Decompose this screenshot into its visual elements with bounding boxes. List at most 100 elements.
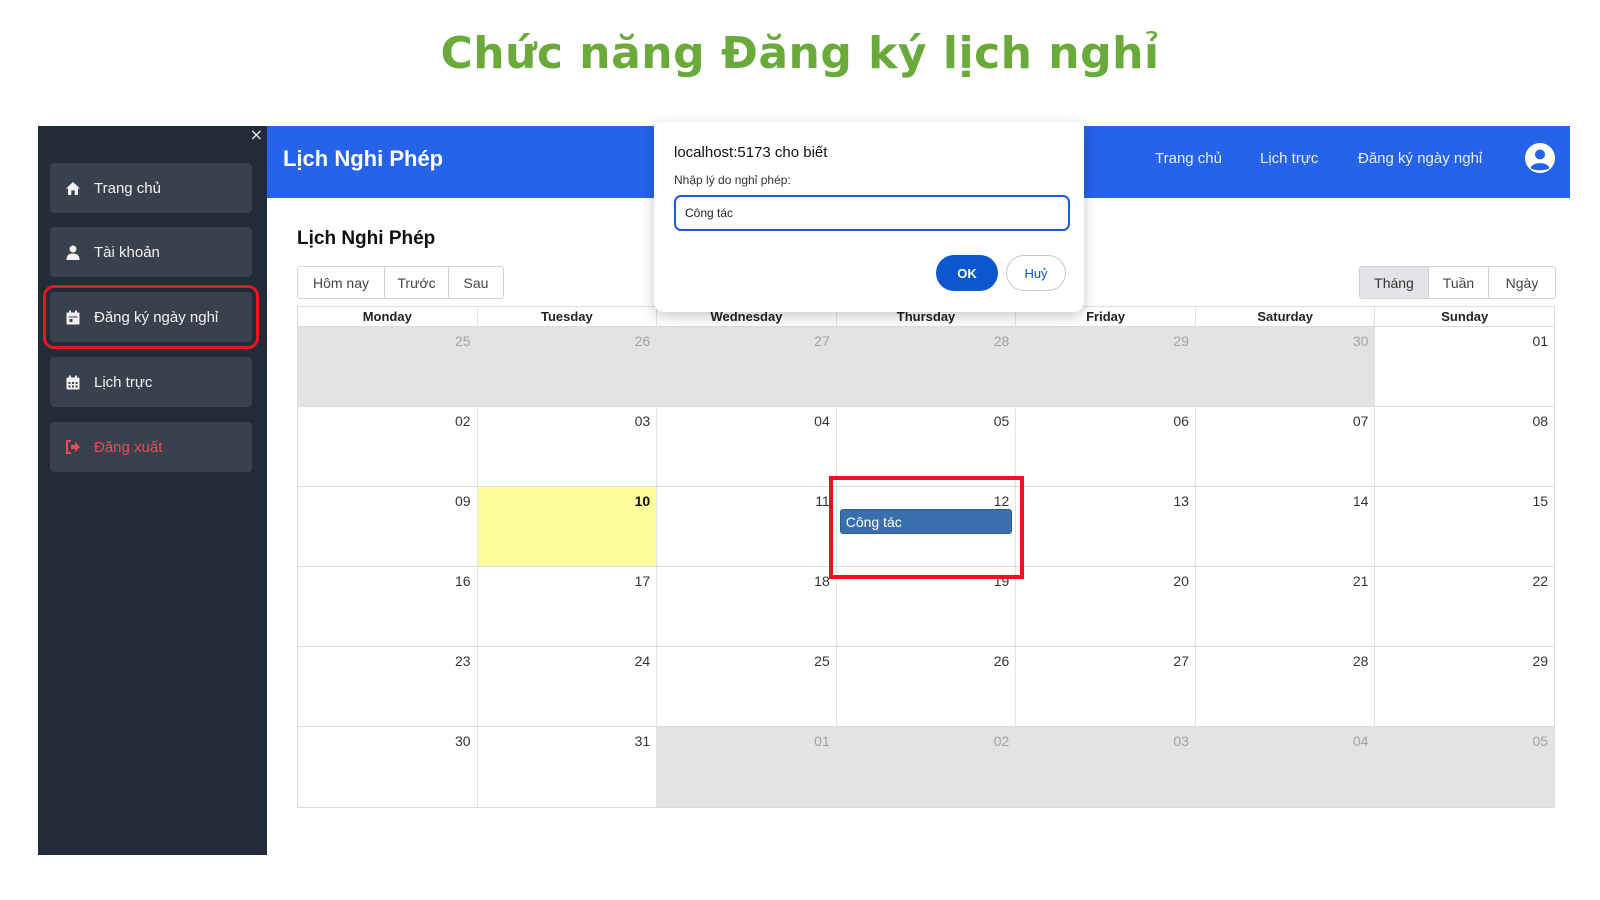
day-cell[interactable]: 14 xyxy=(1195,487,1376,566)
day-number: 28 xyxy=(1352,653,1369,669)
day-cell[interactable]: 21 xyxy=(1195,567,1376,646)
day-cell[interactable]: 20 xyxy=(1016,567,1196,646)
calendar-nav-group: Hôm nay Trước Sau xyxy=(297,266,504,299)
close-icon[interactable]: × xyxy=(250,126,263,144)
cancel-button[interactable]: Huỷ xyxy=(1006,255,1066,291)
day-number: 30 xyxy=(455,733,471,749)
day-cell[interactable]: 02 xyxy=(298,407,478,486)
sidebar-item-label: Đăng xuất xyxy=(94,438,163,456)
day-cell[interactable]: 05 xyxy=(836,407,1017,486)
day-cell[interactable]: 15 xyxy=(1375,487,1555,566)
day-cell[interactable]: 04 xyxy=(657,407,837,486)
sidebar-item-label: Lịch trực xyxy=(94,373,153,391)
home-icon xyxy=(64,179,82,197)
day-number: 29 xyxy=(1532,653,1549,669)
day-cell[interactable]: 28 xyxy=(836,327,1017,406)
day-cell[interactable]: 30 xyxy=(1195,327,1376,406)
day-number: 01 xyxy=(814,733,830,749)
day-cell[interactable]: 24 xyxy=(477,647,658,726)
leave-reason-input[interactable] xyxy=(674,195,1070,231)
day-cell[interactable]: 13 xyxy=(1016,487,1196,566)
sidebar-item-label: Đăng ký ngày nghỉ xyxy=(94,308,219,326)
day-number: 18 xyxy=(814,573,830,589)
day-number: 27 xyxy=(814,333,830,349)
sidebar-item-label: Tài khoản xyxy=(94,243,160,261)
day-number: 06 xyxy=(1173,413,1189,429)
day-number: 25 xyxy=(814,653,830,669)
day-cell[interactable]: 31 xyxy=(477,727,658,807)
day-cell[interactable]: 16 xyxy=(298,567,478,646)
month-view-button[interactable]: Tháng xyxy=(1360,267,1429,298)
day-number: 22 xyxy=(1532,573,1549,589)
day-cell[interactable]: 01 xyxy=(1375,327,1555,406)
day-cell[interactable]: 23 xyxy=(298,647,478,726)
weekday-header: Tuesday xyxy=(478,307,658,326)
day-cell[interactable]: 30 xyxy=(298,727,478,807)
nav-register-leave-link[interactable]: Đăng ký ngày nghỉ xyxy=(1358,150,1482,167)
day-cell[interactable]: 19 xyxy=(836,567,1017,646)
nav-home-link[interactable]: Trang chủ xyxy=(1155,150,1222,167)
day-number: 10 xyxy=(634,493,651,509)
sidebar-item-home[interactable]: Trang chủ xyxy=(50,163,252,213)
day-cell[interactable]: 27 xyxy=(1016,647,1196,726)
sidebar-item-duty-schedule[interactable]: Lịch trực xyxy=(50,357,252,407)
day-number: 04 xyxy=(814,413,830,429)
sidebar-item-account[interactable]: Tài khoản xyxy=(50,227,252,277)
day-cell[interactable]: 07 xyxy=(1195,407,1376,486)
day-view-button[interactable]: Ngày xyxy=(1489,267,1555,298)
day-number: 26 xyxy=(993,653,1010,669)
calendar-week-row: 25 26 27 28 29 30 01 xyxy=(298,327,1555,407)
day-cell[interactable]: 27 xyxy=(657,327,837,406)
day-number: 16 xyxy=(455,573,471,589)
dialog-message: Nhập lý do nghỉ phép: xyxy=(674,173,791,187)
day-cell[interactable]: 29 xyxy=(1016,327,1196,406)
today-button[interactable]: Hôm nay xyxy=(298,267,385,298)
day-cell[interactable]: 03 xyxy=(477,407,658,486)
user-avatar-icon[interactable] xyxy=(1524,142,1556,174)
day-cell[interactable]: 03 xyxy=(1016,727,1196,807)
day-cell[interactable]: 25 xyxy=(657,647,837,726)
day-cell[interactable]: 25 xyxy=(298,327,478,406)
day-number: 20 xyxy=(1173,573,1189,589)
day-cell[interactable]: 05 xyxy=(1375,727,1555,807)
day-cell[interactable]: 17 xyxy=(477,567,658,646)
day-cell[interactable]: 01 xyxy=(657,727,837,807)
day-number: 25 xyxy=(455,333,471,349)
leave-event[interactable]: Công tác xyxy=(839,509,1013,534)
day-number: 09 xyxy=(455,493,471,509)
day-cell[interactable]: 11 xyxy=(657,487,837,566)
day-number: 01 xyxy=(1532,333,1549,349)
calendar-grid-icon xyxy=(64,373,82,391)
day-cell[interactable]: 09 xyxy=(298,487,478,566)
day-cell[interactable]: 12 Công tác xyxy=(836,487,1017,566)
day-cell[interactable]: 08 xyxy=(1375,407,1555,486)
day-number: 23 xyxy=(455,653,471,669)
calendar-week-row: 09 10 11 12 Công tác 13 14 15 xyxy=(298,487,1555,567)
next-button[interactable]: Sau xyxy=(449,267,503,298)
ok-button[interactable]: OK xyxy=(936,255,998,291)
day-cell[interactable]: 04 xyxy=(1195,727,1376,807)
user-icon xyxy=(64,243,82,261)
day-number: 02 xyxy=(455,413,471,429)
prev-button[interactable]: Trước xyxy=(385,267,449,298)
sidebar-item-label: Trang chủ xyxy=(94,179,161,197)
week-view-button[interactable]: Tuần xyxy=(1429,267,1489,298)
day-number: 05 xyxy=(1532,733,1549,749)
calendar-week-row: 23 24 25 26 27 28 29 xyxy=(298,647,1555,727)
day-cell[interactable]: 02 xyxy=(836,727,1017,807)
day-number: 27 xyxy=(1173,653,1189,669)
day-cell[interactable]: 18 xyxy=(657,567,837,646)
sidebar-item-register-leave[interactable]: Đăng ký ngày nghỉ xyxy=(43,285,259,349)
day-cell[interactable]: 26 xyxy=(477,327,658,406)
nav-duty-link[interactable]: Lịch trực xyxy=(1260,150,1318,167)
day-cell[interactable]: 29 xyxy=(1375,647,1555,726)
day-cell[interactable]: 26 xyxy=(836,647,1017,726)
brand-title[interactable]: Lịch Nghi Phép xyxy=(283,146,443,172)
page-title: Lịch Nghi Phép xyxy=(297,228,436,249)
day-cell[interactable]: 22 xyxy=(1375,567,1555,646)
day-cell-today[interactable]: 10 xyxy=(477,487,658,566)
day-cell[interactable]: 28 xyxy=(1195,647,1376,726)
sidebar-item-logout[interactable]: Đăng xuất xyxy=(50,422,252,472)
day-number: 12 xyxy=(993,493,1010,509)
day-cell[interactable]: 06 xyxy=(1016,407,1196,486)
